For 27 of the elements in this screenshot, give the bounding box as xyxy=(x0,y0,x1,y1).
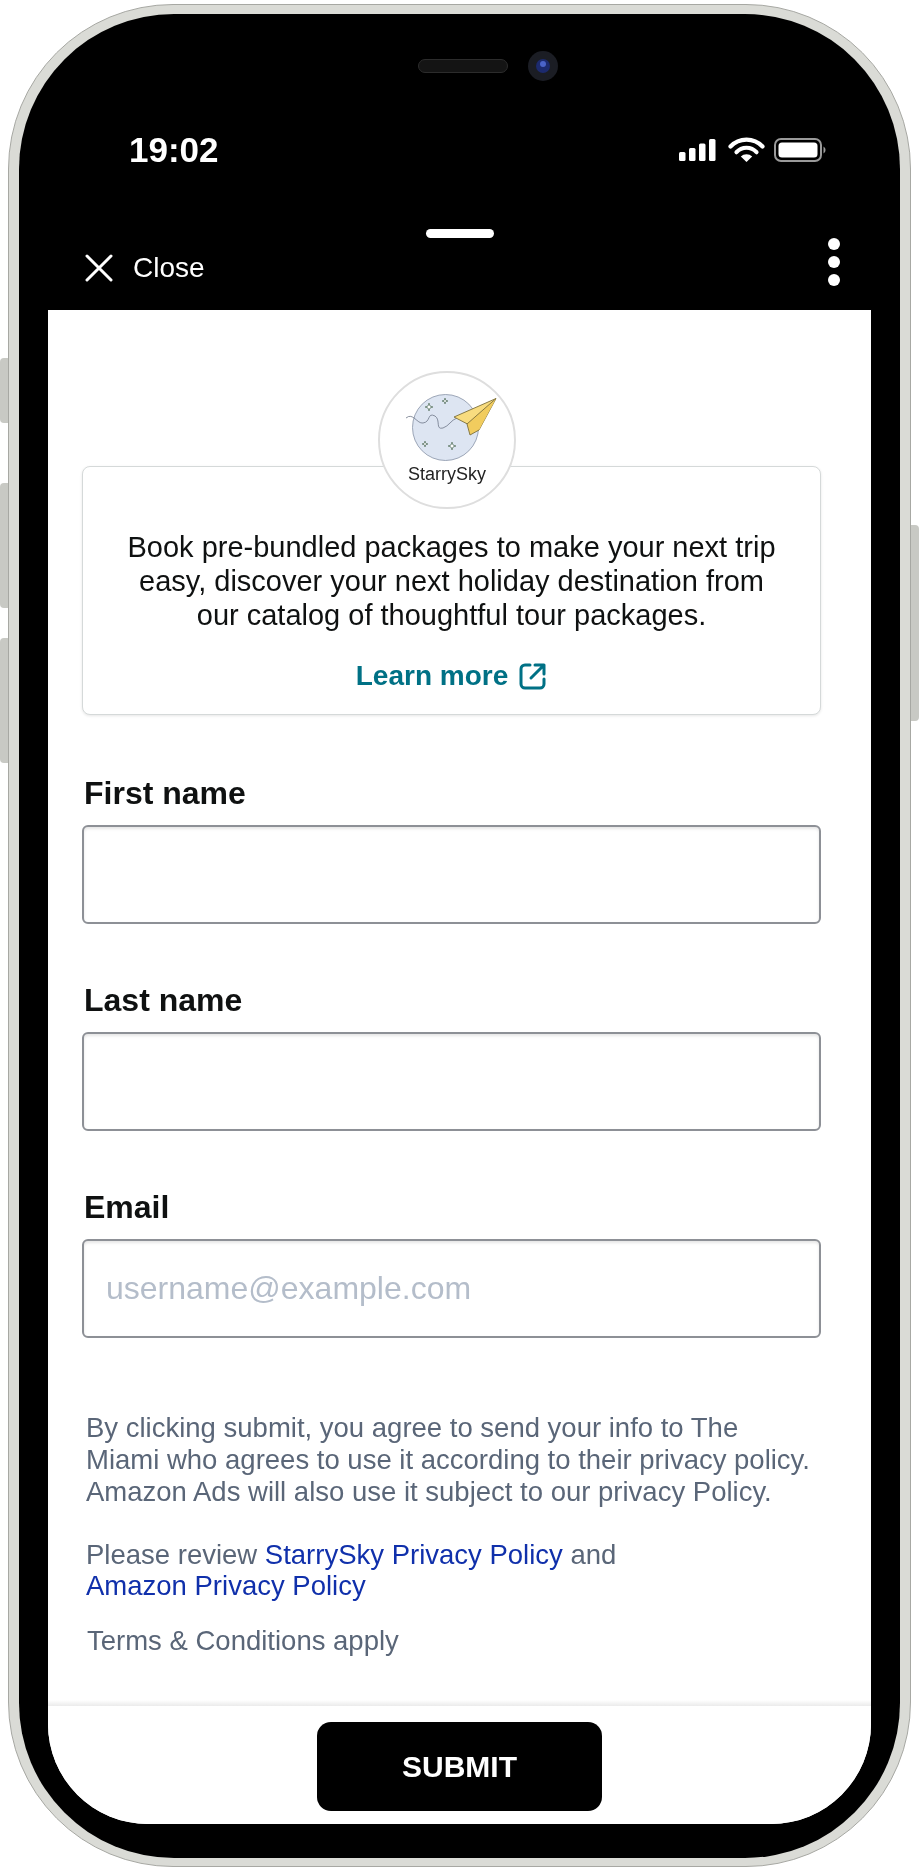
battery-icon xyxy=(774,138,827,162)
speaker-slot-icon xyxy=(418,59,508,73)
close-button[interactable]: Close xyxy=(85,251,205,285)
terms-text: Terms & Conditions apply xyxy=(87,1625,399,1657)
brand-name: StarrySky xyxy=(408,464,486,484)
status-time: 19:02 xyxy=(129,130,219,170)
input-field[interactable]: username@example.com xyxy=(82,1239,821,1338)
field-label: Last name xyxy=(84,981,243,1019)
phone-side-key xyxy=(0,358,8,423)
starrysky-privacy-link[interactable]: StarrySky Privacy Policy xyxy=(264,1539,563,1570)
card-description: Book pre-bundled packages to make your next trip easy, discover your next holiday destination from our catalog of thoughtful tour packages. xyxy=(126,530,777,632)
privacy-review-text: Please review StarrySky Privacy Policy and Amazon Privacy Policy xyxy=(86,1539,618,1601)
close-icon xyxy=(85,254,113,282)
wifi-icon xyxy=(728,137,765,163)
input-field[interactable] xyxy=(82,1032,821,1131)
submit-button[interactable]: SUBMIT xyxy=(317,1722,602,1811)
disclaimer-text: By clicking submit, you agree to send your info to The Miami who agrees to use it according to their privacy policy. Amazon Ads will also use it subject to our privacy Policy. xyxy=(86,1412,811,1508)
signal-icon xyxy=(679,139,716,161)
field-label: First name xyxy=(84,774,246,812)
external-link-icon xyxy=(518,661,548,691)
learn-more-link[interactable]: Learn more xyxy=(355,659,548,693)
camera-lens-icon xyxy=(528,51,558,81)
field-label: Email xyxy=(84,1188,170,1226)
drag-handle[interactable] xyxy=(425,229,494,238)
input-field[interactable] xyxy=(82,825,821,924)
amazon-privacy-link[interactable]: Amazon Privacy Policy xyxy=(86,1570,366,1601)
kebab-menu-icon[interactable] xyxy=(828,238,840,286)
